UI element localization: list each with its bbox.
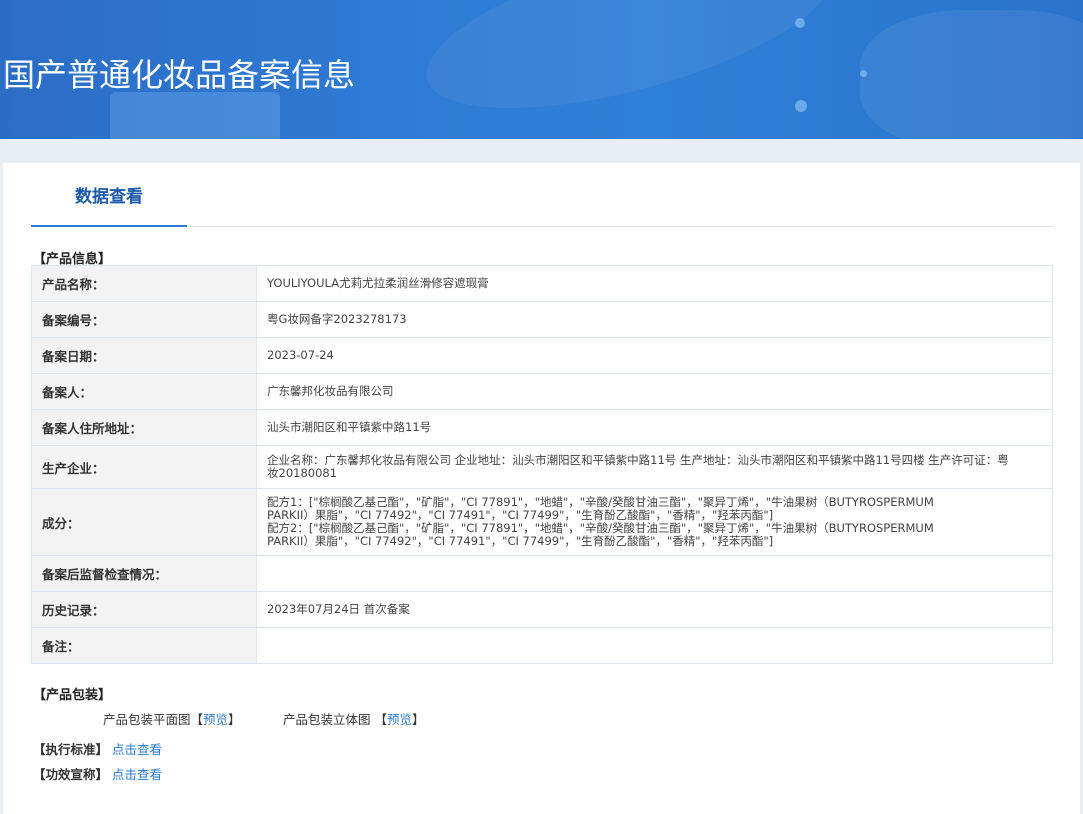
standards-row: 【执行标准】 点击查看 [33, 739, 162, 758]
row-label: 备案人： [31, 373, 257, 410]
table-row: 成分： 配方1：["棕榈酸乙基己酯"，"矿脂"，"CI 77891"，"地蜡"，… [31, 488, 1053, 556]
table-row: 备案日期： 2023-07-24 [31, 337, 1053, 374]
banner-decoration [860, 10, 1083, 139]
row-label: 备注： [31, 627, 257, 664]
packaging-solid: 产品包装立体图 【预览】 [283, 709, 425, 728]
row-value: 配方1：["棕榈酸乙基己酯"，"矿脂"，"CI 77891"，"地蜡"，"辛酸/… [256, 488, 1053, 556]
tab-bar: 数据查看 [31, 163, 1053, 227]
bracket-open: 【 [190, 712, 204, 727]
banner-decoration [795, 18, 805, 28]
row-value: 企业名称：广东馨邦化妆品有限公司 企业地址：汕头市潮阳区和平镇紫中路11号 生产… [256, 445, 1053, 489]
packaging-solid-label: 产品包装立体图 [283, 712, 371, 727]
efficacy-label: 【功效宣称】 [33, 767, 109, 782]
tab-data-view[interactable]: 数据查看 [31, 163, 187, 227]
row-label: 历史记录： [31, 591, 257, 628]
standards-label: 【执行标准】 [33, 742, 109, 757]
table-row: 备案人： 广东馨邦化妆品有限公司 [31, 373, 1053, 410]
banner-decoration [410, 0, 850, 139]
page-title: 国产普通化妆品备案信息 [3, 56, 356, 94]
formula-2: 配方2：["棕榈酸乙基己酯"，"矿脂"，"CI 77891"，"地蜡"，"辛酸/… [267, 521, 934, 548]
row-label: 备案日期： [31, 337, 257, 374]
table-row: 备注： [31, 627, 1053, 664]
row-value: YOULIYOULA尤莉尤拉柔润丝滑修容遮瑕膏 [256, 265, 1053, 302]
table-row: 备案编号： 粤G妆网备字2023278173 [31, 301, 1053, 338]
product-info-table: 产品名称： YOULIYOULA尤莉尤拉柔润丝滑修容遮瑕膏 备案编号： 粤G妆网… [31, 265, 1053, 664]
header-banner: 国产普通化妆品备案信息 [0, 0, 1083, 139]
bracket-close: 】 [412, 712, 425, 727]
bracket-close: 】 [228, 712, 241, 727]
row-value [256, 627, 1053, 664]
row-value: 2023年07月24日 首次备案 [256, 591, 1053, 628]
preview-flat-link[interactable]: 预览 [203, 712, 228, 727]
packaging-title: 【产品包装】 [33, 688, 112, 703]
row-value: 汕头市潮阳区和平镇紫中路11号 [256, 409, 1053, 446]
banner-decoration [110, 92, 280, 139]
standards-link[interactable]: 点击查看 [112, 742, 162, 757]
main-content: 数据查看 【产品信息】 产品名称： YOULIYOULA尤莉尤拉柔润丝滑修容遮瑕… [3, 163, 1080, 814]
table-row: 产品名称： YOULIYOULA尤莉尤拉柔润丝滑修容遮瑕膏 [31, 265, 1053, 302]
row-label: 备案人住所地址： [31, 409, 257, 446]
row-value: 广东馨邦化妆品有限公司 [256, 373, 1053, 410]
efficacy-link[interactable]: 点击查看 [112, 767, 162, 782]
row-label: 生产企业： [31, 445, 257, 489]
row-value [256, 555, 1053, 592]
row-label: 产品名称： [31, 265, 257, 302]
row-value: 2023-07-24 [256, 337, 1053, 374]
row-label: 备案后监督检查情况： [31, 555, 257, 592]
table-row: 备案后监督检查情况： [31, 555, 1053, 592]
packaging-flat: 产品包装平面图【预览】 [103, 709, 241, 728]
row-label: 成分： [31, 488, 257, 556]
banner-decoration [795, 100, 807, 112]
table-row: 备案人住所地址： 汕头市潮阳区和平镇紫中路11号 [31, 409, 1053, 446]
preview-solid-link[interactable]: 预览 [387, 712, 412, 727]
table-row: 生产企业： 企业名称：广东馨邦化妆品有限公司 企业地址：汕头市潮阳区和平镇紫中路… [31, 445, 1053, 489]
bracket-open: 【 [374, 712, 388, 727]
table-row: 历史记录： 2023年07月24日 首次备案 [31, 591, 1053, 628]
formula-1: 配方1：["棕榈酸乙基己酯"，"矿脂"，"CI 77891"，"地蜡"，"辛酸/… [267, 495, 934, 522]
efficacy-row: 【功效宣称】 点击查看 [33, 764, 162, 783]
banner-decoration [860, 70, 867, 77]
row-label: 备案编号： [31, 301, 257, 338]
packaging-flat-label: 产品包装平面图 [103, 712, 191, 727]
row-value: 粤G妆网备字2023278173 [256, 301, 1053, 338]
